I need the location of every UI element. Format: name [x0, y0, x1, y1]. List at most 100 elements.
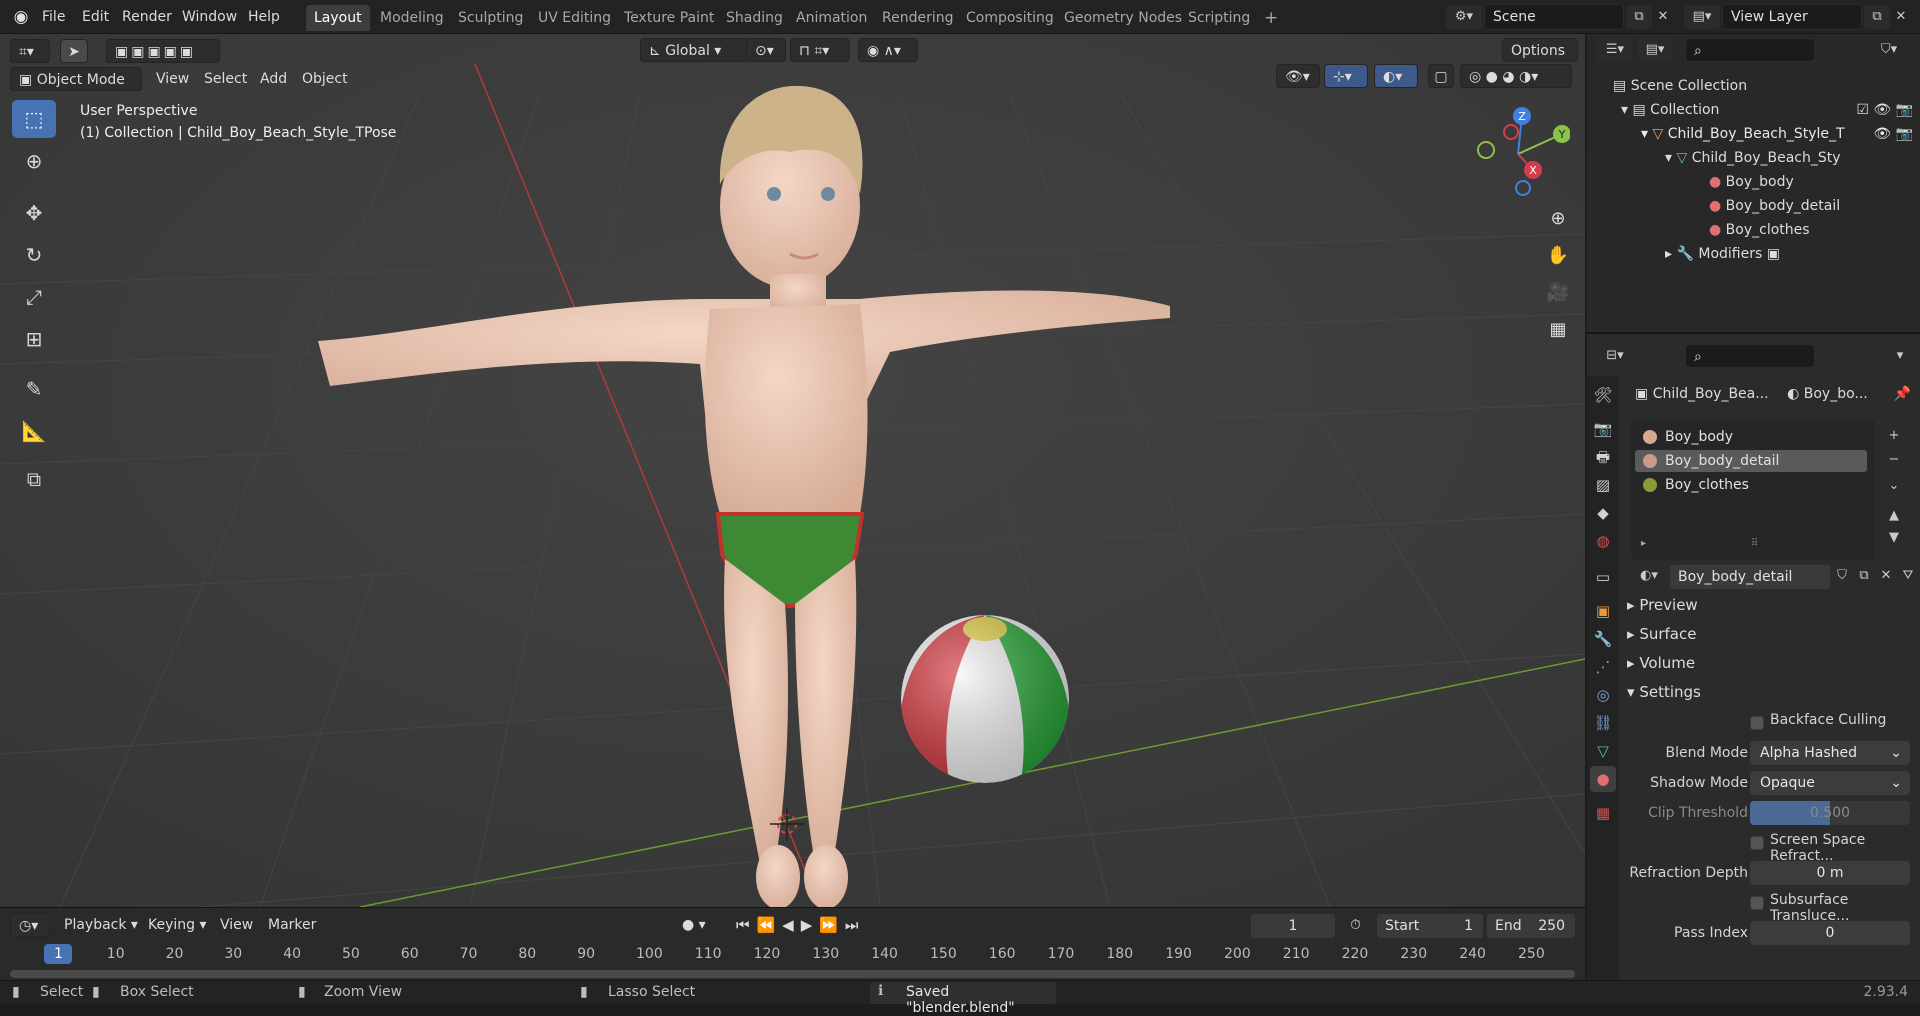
add-slot-icon[interactable]: +	[1883, 426, 1905, 446]
mode-dropdown[interactable]: ▣ Object Mode ▾	[10, 67, 142, 112]
collection-visibility-icons[interactable]: ☑ 👁 📷	[1856, 98, 1913, 122]
material-name-field[interactable]: Boy_body_detail	[1669, 564, 1831, 590]
remove-slot-icon[interactable]: −	[1883, 450, 1905, 470]
panel-preview[interactable]: ▸ Preview	[1627, 592, 1698, 618]
material-tab-icon[interactable]: ●	[1590, 766, 1616, 792]
display-mode-icon[interactable]: ▤▾	[1637, 38, 1673, 62]
menu-file[interactable]: File	[38, 6, 69, 28]
properties-editor-type-icon[interactable]: ⊟▾	[1597, 344, 1633, 368]
menu-marker[interactable]: Marker	[268, 913, 316, 937]
browse-material-icon[interactable]: ◐▾	[1631, 564, 1667, 588]
tab-modeling[interactable]: Modeling	[372, 5, 452, 31]
select-box-tool-icon[interactable]: ⬚	[12, 100, 56, 138]
selection-mode-icons[interactable]: ▣▣▣▣▣	[106, 39, 220, 63]
tab-scripting[interactable]: Scripting	[1180, 5, 1258, 31]
pivot-icon[interactable]: ⊙▾	[746, 38, 786, 62]
render-tab-icon[interactable]: 📷	[1590, 416, 1616, 442]
scale-tool-icon[interactable]: ⤢	[12, 278, 56, 316]
gizmo-toggle-icon[interactable]: ⊹▾	[1324, 64, 1368, 88]
view-layer-browse-icon[interactable]: ▤▾	[1684, 5, 1720, 29]
camera-icon[interactable]: 🎥	[1541, 276, 1575, 310]
physics-tab-icon[interactable]: ◎	[1590, 682, 1616, 708]
measure-tool-icon[interactable]: 📐	[12, 412, 56, 450]
navigation-gizmo[interactable]: Z Y X	[1470, 104, 1570, 204]
object-tab-icon[interactable]: ▣	[1590, 598, 1616, 624]
clip-threshold-slider[interactable]: 0.500	[1750, 801, 1910, 825]
blender-logo-icon[interactable]: ◉	[10, 7, 32, 27]
visibility-icon[interactable]: 👁▾	[1276, 64, 1320, 88]
expand-icon[interactable]: ▸	[1665, 246, 1676, 262]
expand-icon[interactable]: ▾	[1621, 102, 1632, 118]
refraction-depth-field[interactable]: 0 m	[1750, 861, 1910, 885]
scene-collection-row[interactable]: ▤ Scene Collection	[1613, 74, 1913, 98]
modifiers-row[interactable]: ▸ 🔧 Modifiers ▣	[1665, 242, 1915, 266]
list-expand-icon[interactable]: ▸	[1641, 538, 1646, 549]
zoom-icon[interactable]: ⊕	[1541, 202, 1575, 236]
collection-row[interactable]: ▾ ▤ Collection ☑ 👁 📷	[1621, 98, 1917, 122]
tab-uv-editing[interactable]: UV Editing	[530, 5, 619, 31]
menu-view[interactable]: View	[156, 67, 189, 91]
link-mode-icon[interactable]: ⛛	[1897, 564, 1919, 588]
material-row[interactable]: ● Boy_clothes	[1709, 218, 1909, 242]
properties-options-icon[interactable]: ▾	[1887, 344, 1913, 368]
transform-tool-icon[interactable]: ⊞	[12, 320, 56, 358]
data-tab-icon[interactable]: ▽	[1590, 738, 1616, 764]
proportional-edit-icon[interactable]: ◉ ∧▾	[858, 38, 918, 62]
playback-controls-icons[interactable]: ⏮⏪◀▶⏩⏭	[736, 913, 865, 937]
scene-tab-icon[interactable]: ◆	[1590, 500, 1616, 526]
tab-sculpting[interactable]: Sculpting	[450, 5, 531, 31]
material-row[interactable]: ● Boy_body	[1709, 170, 1909, 194]
filter-icon[interactable]: ⛉▾	[1871, 38, 1907, 62]
view-layer-tab-icon[interactable]: ▨	[1590, 472, 1616, 498]
menu-object[interactable]: Object	[302, 67, 348, 91]
record-keyframe-icon[interactable]: ● ▾	[682, 913, 706, 937]
view-layer-field[interactable]: View Layer	[1722, 4, 1862, 30]
tab-compositing[interactable]: Compositing	[958, 5, 1062, 31]
menu-help[interactable]: Help	[244, 6, 284, 28]
menu-select[interactable]: Select	[204, 67, 247, 91]
menu-render[interactable]: Render	[118, 6, 176, 28]
panel-surface[interactable]: ▸ Surface	[1627, 621, 1696, 647]
blend-mode-dropdown[interactable]: Alpha Hashed ⌄	[1750, 741, 1910, 765]
mesh-row[interactable]: ▾ ▽ Child_Boy_Beach_Sty	[1665, 146, 1913, 170]
expand-icon[interactable]: ▾	[1641, 126, 1652, 142]
particles-tab-icon[interactable]: ⋰	[1590, 654, 1616, 680]
fake-user-icon[interactable]: ⛉	[1831, 564, 1853, 588]
material-slot[interactable]: Boy_body_detail	[1635, 450, 1867, 472]
pass-index-field[interactable]: 0	[1750, 921, 1910, 945]
add-cube-tool-icon[interactable]: ⧉	[12, 460, 56, 498]
view-layer-close-icon[interactable]: ✕	[1888, 5, 1914, 29]
menu-edit[interactable]: Edit	[78, 6, 113, 28]
outliner-search-input[interactable]: ⌕	[1685, 38, 1815, 62]
shadow-mode-dropdown[interactable]: Opaque ⌄	[1750, 771, 1910, 795]
collection-tab-icon[interactable]: ▭	[1590, 564, 1616, 590]
properties-search-input[interactable]: ⌕	[1685, 344, 1815, 368]
annotate-tool-icon[interactable]: ✎	[12, 370, 56, 408]
scene-browse-icon[interactable]: ⚙▾	[1446, 5, 1482, 29]
end-frame-field[interactable]: End 250	[1486, 913, 1576, 939]
overlays-icon[interactable]: ◐▾	[1374, 64, 1418, 88]
tab-rendering[interactable]: Rendering	[874, 5, 962, 31]
timeline-scrollbar[interactable]	[10, 970, 1575, 978]
texture-tab-icon[interactable]: ▦	[1590, 800, 1616, 826]
menu-window[interactable]: Window	[178, 6, 241, 28]
unlink-material-icon[interactable]: ✕	[1875, 564, 1897, 588]
scene-close-icon[interactable]: ✕	[1650, 5, 1676, 29]
view-layer-copy-icon[interactable]: ⧉	[1864, 5, 1890, 29]
pin-icon[interactable]: 📌	[1894, 382, 1911, 406]
tab-geometry-nodes[interactable]: Geometry Nodes	[1056, 5, 1190, 31]
panel-volume[interactable]: ▸ Volume	[1627, 650, 1695, 676]
scene-field[interactable]: Scene	[1484, 4, 1624, 30]
slot-specials-icon[interactable]: ⌄	[1883, 476, 1905, 496]
backface-culling-checkbox[interactable]	[1750, 716, 1764, 730]
tab-shading[interactable]: Shading	[718, 5, 791, 31]
add-workspace-icon[interactable]: +	[1256, 5, 1286, 31]
tool-tab-icon[interactable]: 🛠	[1590, 382, 1616, 408]
scene-copy-icon[interactable]: ⧉	[1626, 5, 1652, 29]
3d-viewport[interactable]: ⌗▾ ➤ ▣▣▣▣▣ ⊾ Global ▾ ⊙▾ ⊓ ⌗▾ ◉ ∧▾ Optio…	[0, 34, 1585, 907]
material-row[interactable]: ● Boy_body_detail	[1709, 194, 1909, 218]
material-slot[interactable]: Boy_body	[1635, 426, 1867, 448]
cursor-tool-icon[interactable]: ⊕	[12, 142, 56, 180]
timeline-editor-type-icon[interactable]: ◷▾	[10, 913, 50, 937]
duplicate-material-icon[interactable]: ⧉	[1853, 564, 1875, 588]
